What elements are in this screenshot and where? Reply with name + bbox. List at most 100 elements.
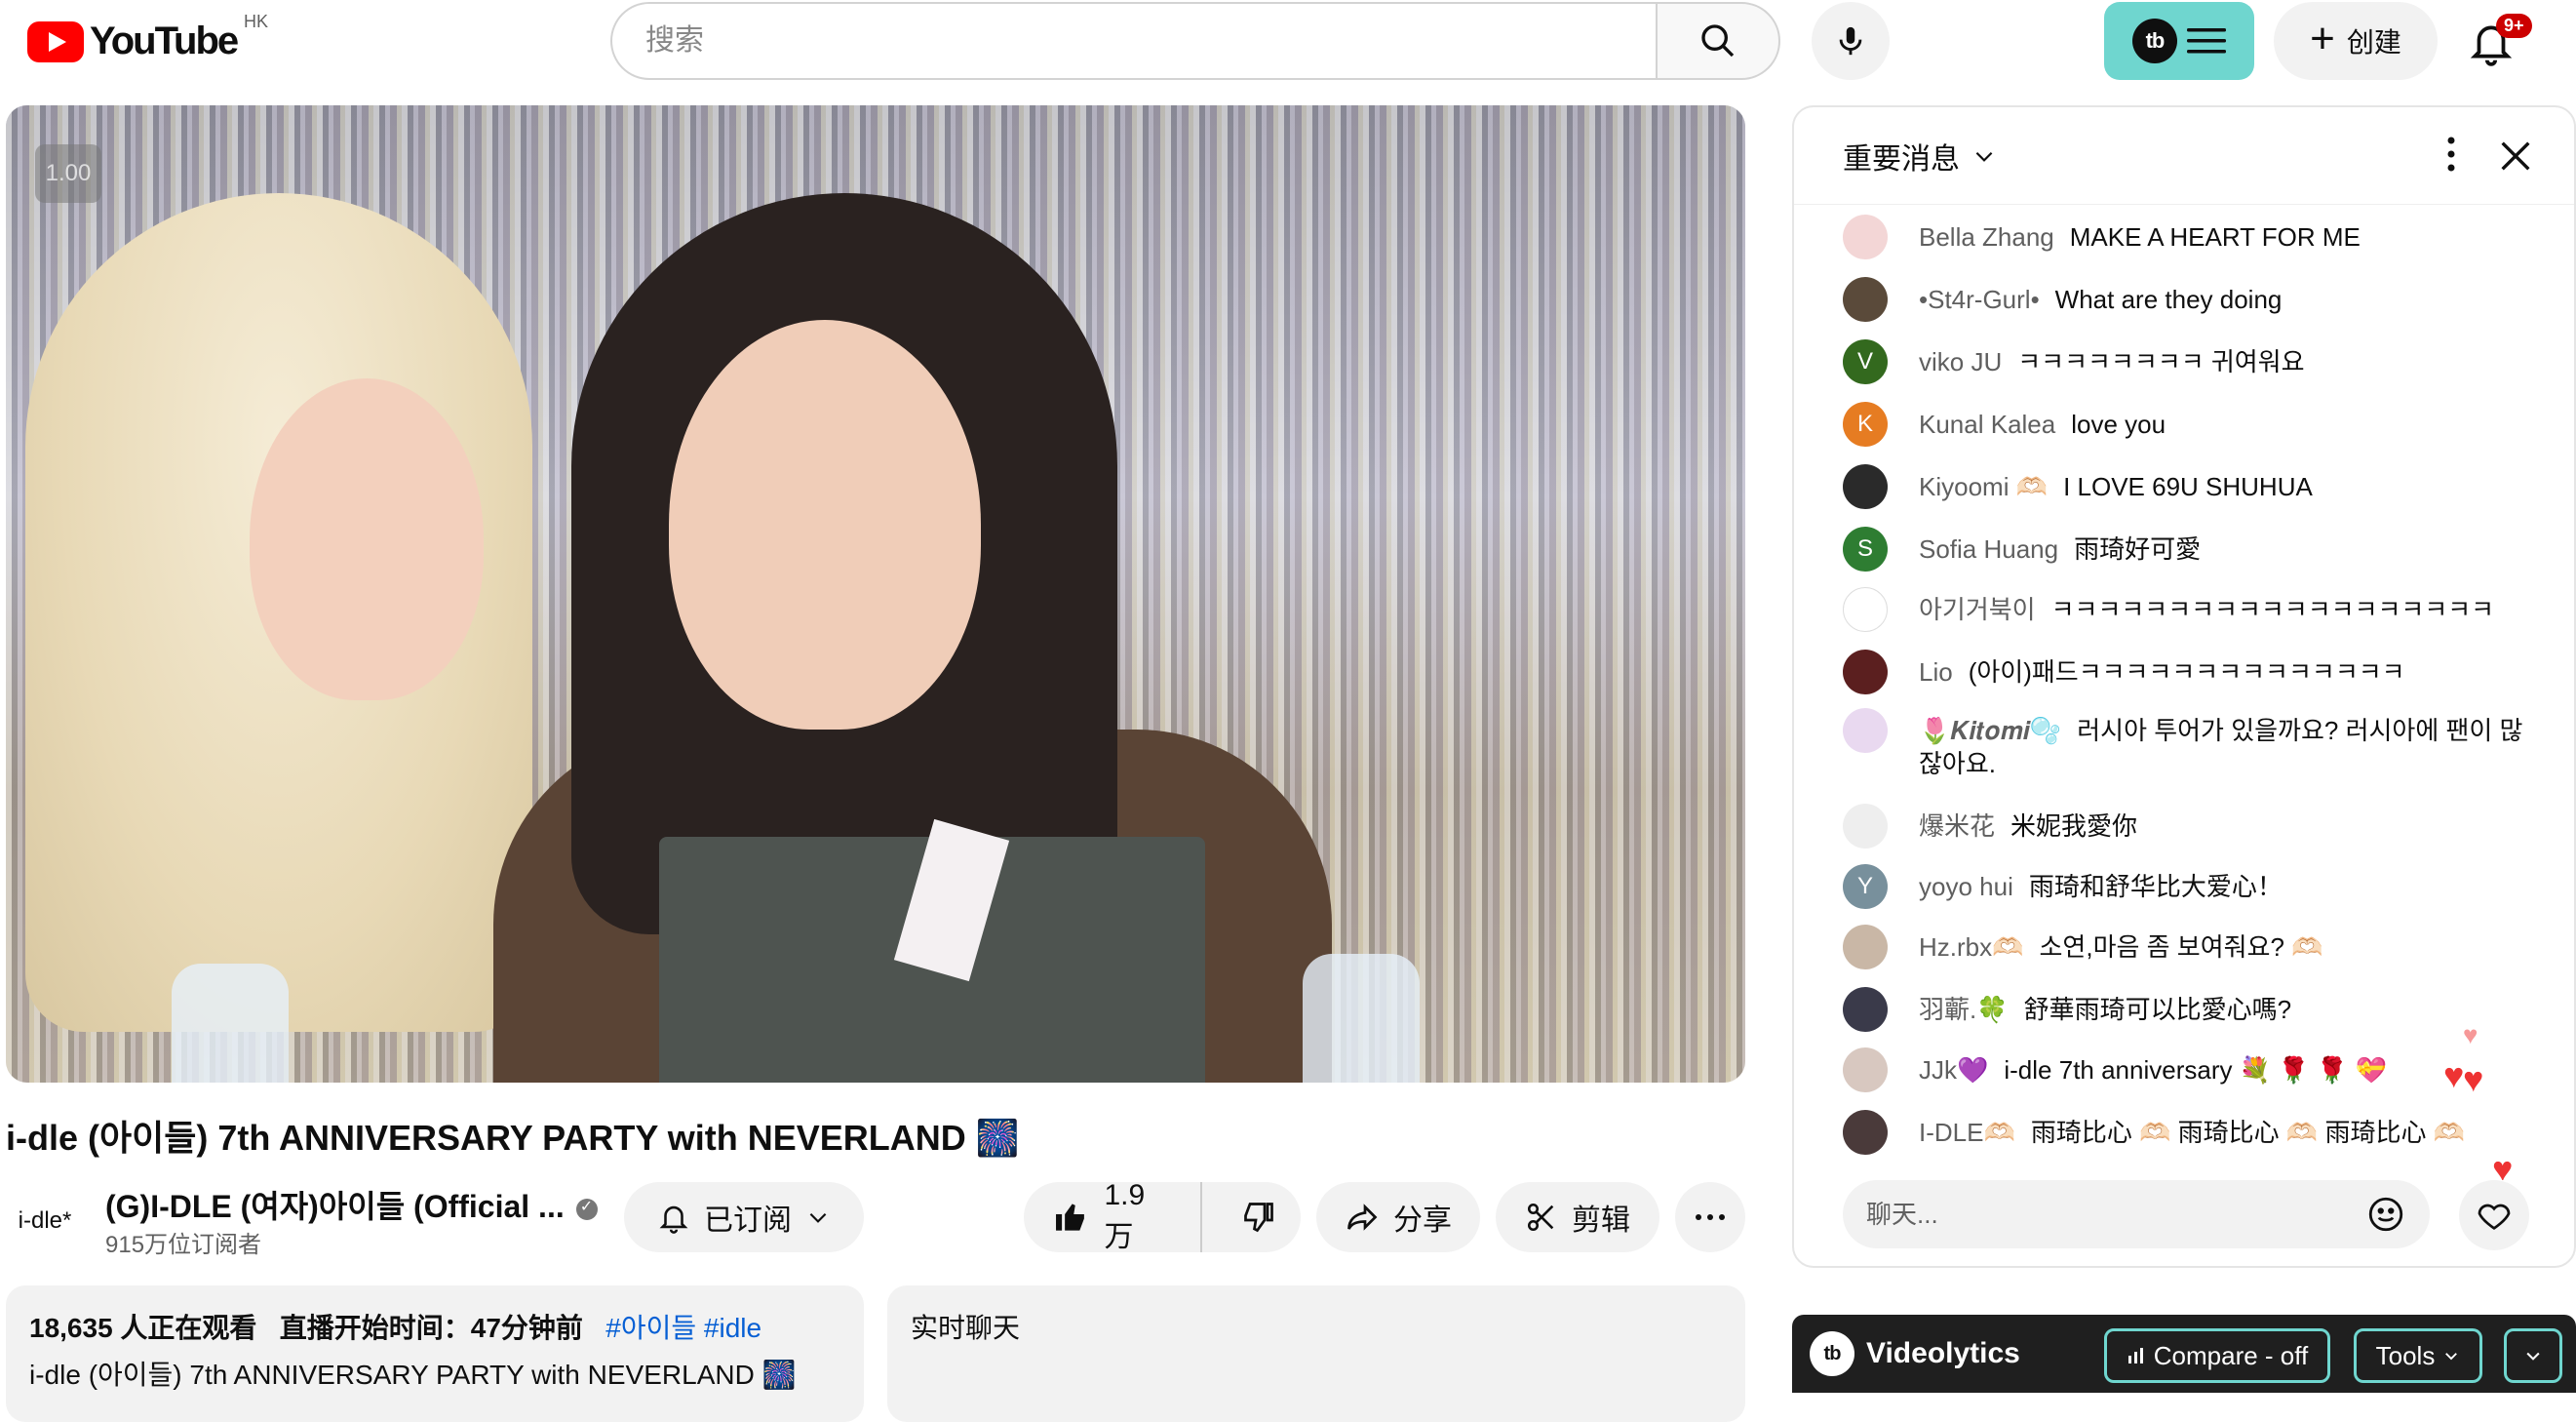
description-box[interactable]: 18,635 人正在观看 直播开始时间：47分钟前 #아이들 #idle i-d… <box>6 1285 864 1422</box>
chat-author[interactable]: Lio <box>1919 657 1953 687</box>
bell-icon <box>659 1205 688 1234</box>
chat-message: 羽蘄.🍀 舒華雨琦可以比愛心嗎? <box>1843 987 2545 1032</box>
chat-text: What are they doing <box>2054 285 2283 314</box>
chat-avatar[interactable] <box>1843 987 1888 1032</box>
chat-text: i-dle 7th anniversary 💐 🌹 🌹 💝 <box>2004 1055 2387 1085</box>
chat-author[interactable]: yoyo hui <box>1919 872 2013 901</box>
chat-avatar[interactable]: S <box>1843 527 1888 572</box>
chat-avatar[interactable] <box>1843 1110 1888 1155</box>
channel-avatar[interactable]: i-dle* <box>6 1182 84 1260</box>
chat-text: MAKE A HEART FOR ME <box>2069 222 2361 252</box>
channel-name-row[interactable]: (G)I-DLE (여자)아이들 (Official ... <box>105 1182 598 1227</box>
video-face-right <box>669 320 981 730</box>
share-icon <box>1347 1204 1378 1231</box>
search-icon <box>1701 24 1735 58</box>
chat-avatar[interactable] <box>1843 650 1888 694</box>
description-text: i-dle (아이들) 7th ANNIVERSARY PARTY with N… <box>29 1360 797 1390</box>
chat-input-box <box>1843 1180 2430 1248</box>
chat-avatar[interactable] <box>1843 464 1888 509</box>
chat-avatar[interactable] <box>1843 277 1888 322</box>
chat-input[interactable] <box>1866 1199 2365 1230</box>
chat-author[interactable]: Sofia Huang <box>1919 534 2058 564</box>
chat-text: 舒華雨琦可以比愛心嗎? <box>2023 995 2292 1024</box>
chat-avatar[interactable] <box>1843 215 1888 259</box>
search-button[interactable] <box>1656 2 1780 80</box>
chat-text: 雨琦好可愛 <box>2074 534 2202 564</box>
thumbs-up-icon <box>1056 1204 1084 1231</box>
live-chat-section[interactable]: 实时聊天 <box>887 1285 1745 1422</box>
chat-author[interactable]: viko JU <box>1919 347 2002 376</box>
clip-button[interactable]: 剪辑 <box>1496 1182 1659 1252</box>
chat-author[interactable]: JJk💜 <box>1919 1055 1988 1085</box>
video-water-bottle <box>1303 954 1420 1083</box>
compare-toggle-button[interactable]: Compare - off <box>2104 1328 2330 1383</box>
chat-author[interactable]: Kiyoomi 🫶🏻 <box>1919 472 2048 501</box>
chat-author[interactable]: I-DLE🫶🏻 <box>1919 1118 2015 1147</box>
tools-dropdown[interactable]: Tools <box>2354 1328 2482 1383</box>
playback-speed-badge[interactable]: 1.00 <box>35 144 101 203</box>
heart-icon <box>2478 1204 2511 1230</box>
chat-text: ㅋㅋㅋㅋㅋㅋㅋㅋㅋㅋㅋㅋㅋㅋㅋㅋㅋㅋㅋ <box>2050 595 2495 624</box>
floating-heart-icon: ♥ <box>2443 1055 2465 1095</box>
microphone-icon <box>1839 26 1862 56</box>
subscriber-count: 915万位订阅者 <box>105 1232 262 1258</box>
chat-message: 아기거북이 ㅋㅋㅋㅋㅋㅋㅋㅋㅋㅋㅋㅋㅋㅋㅋㅋㅋㅋㅋ <box>1843 587 2545 632</box>
chat-avatar[interactable] <box>1843 1047 1888 1092</box>
chat-author[interactable]: Hz.rbx🫶🏻 <box>1919 932 2024 962</box>
stream-start-time: 直播开始时间：47分钟前 <box>279 1313 583 1343</box>
search-input[interactable] <box>610 2 1656 80</box>
chat-message: JJk💜 i-dle 7th anniversary 💐 🌹 🌹 💝 <box>1843 1047 2545 1092</box>
like-dislike-group: 1.9万 <box>1024 1179 1301 1253</box>
chat-message: Bella Zhang MAKE A HEART FOR ME <box>1843 215 2545 259</box>
chat-author[interactable]: 羽蘄.🍀 <box>1919 995 2009 1024</box>
hashtag-link[interactable]: #idle <box>704 1313 761 1343</box>
close-icon[interactable] <box>2496 137 2535 176</box>
chat-text: (아이)패드ㅋㅋㅋㅋㅋㅋㅋㅋㅋㅋㅋㅋㅋㅋ <box>1968 657 2405 687</box>
chat-avatar[interactable] <box>1843 804 1888 849</box>
chat-avatar[interactable]: K <box>1843 402 1888 447</box>
live-chat-panel: 重要消息 Bella Zhang MAKE A HEART FOR ME •St4… <box>1792 105 2576 1268</box>
video-title: i-dle (아이들) 7th ANNIVERSARY PARTY with N… <box>6 1118 1020 1158</box>
chat-text: love you <box>2071 410 2166 439</box>
chat-message: Y yoyo hui 雨琦和舒华比大爱心！ <box>1843 864 2545 909</box>
more-vertical-icon[interactable] <box>2445 135 2457 174</box>
chat-author[interactable]: 爆米花 <box>1919 811 1995 841</box>
chat-message-list[interactable]: Bella Zhang MAKE A HEART FOR ME •St4r-Gur… <box>1794 205 2574 1180</box>
youtube-logo[interactable]: YouTube HK <box>27 12 268 63</box>
chat-author[interactable]: Bella Zhang <box>1919 222 2054 252</box>
chat-author[interactable]: Kunal Kalea <box>1919 410 2055 439</box>
voice-search-button[interactable] <box>1812 2 1890 80</box>
send-heart-button[interactable] <box>2459 1180 2529 1250</box>
youtube-play-icon <box>27 20 84 62</box>
description-meta: 18,635 人正在观看 直播开始时间：47分钟前 #아이들 #idle <box>29 1307 840 1346</box>
logo-text: YouTube <box>90 20 239 62</box>
chat-author[interactable]: 🌷𝑲𝒊𝒕𝒐𝒎𝒊🫧 <box>1919 716 2061 745</box>
chat-mode-dropdown[interactable]: 重要消息 <box>1843 135 1960 178</box>
chat-author[interactable]: 아기거북이 <box>1919 595 2036 624</box>
chat-avatar[interactable] <box>1843 587 1888 632</box>
create-label: 创建 <box>2346 27 2401 58</box>
chat-avatar[interactable] <box>1843 925 1888 969</box>
videolytics-collapse-button[interactable] <box>2504 1328 2562 1383</box>
channel-name[interactable]: (G)I-DLE (여자)아이들 (Official ... <box>105 1189 565 1224</box>
floating-heart-icon: ♥ <box>2463 1020 2478 1049</box>
thumbs-down-icon <box>1243 1203 1273 1233</box>
chat-avatar[interactable]: V <box>1843 339 1888 384</box>
video-player[interactable]: 1.00 <box>6 105 1745 1083</box>
more-actions-button[interactable] <box>1675 1182 1745 1252</box>
share-button[interactable]: 分享 <box>1316 1182 1480 1252</box>
chat-message: K Kunal Kalea love you <box>1843 402 2545 447</box>
chat-avatar[interactable]: Y <box>1843 864 1888 909</box>
chevron-down-icon <box>2445 1353 2458 1361</box>
chevron-down-icon[interactable] <box>1971 143 1997 169</box>
dislike-button[interactable] <box>1216 1182 1301 1252</box>
create-button[interactable]: + 创建 <box>2274 2 2438 80</box>
subscribed-button[interactable]: 已订阅 <box>624 1182 864 1252</box>
live-chat-label: 实时聊天 <box>911 1313 1021 1343</box>
chat-avatar[interactable] <box>1843 708 1888 753</box>
hashtag-link[interactable]: #아이들 <box>605 1313 696 1343</box>
tubebuddy-menu-button[interactable]: tb <box>2104 2 2254 80</box>
like-button[interactable]: 1.9万 <box>1024 1179 1203 1253</box>
emoji-icon[interactable] <box>2365 1194 2406 1235</box>
chat-author[interactable]: •St4r-Gurl• <box>1919 285 2040 314</box>
